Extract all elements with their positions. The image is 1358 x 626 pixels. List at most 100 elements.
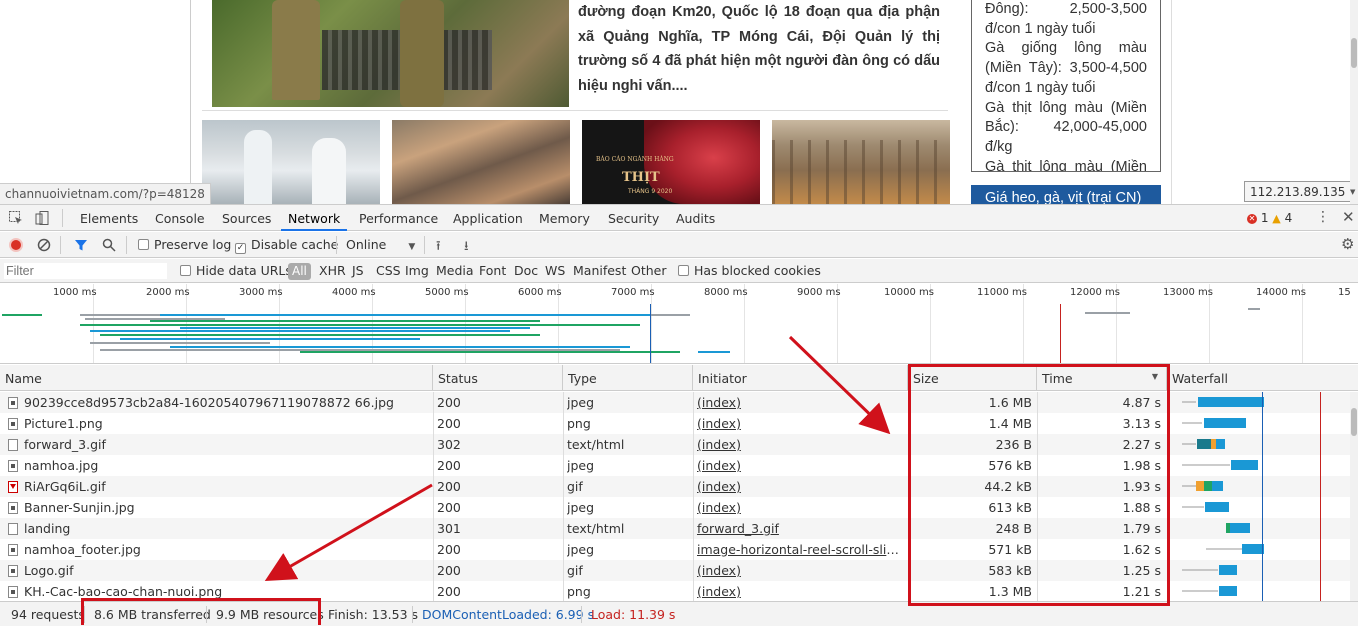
record-icon[interactable] [9,238,23,252]
filter-input[interactable] [4,263,167,279]
waterfall-dcl-line [1262,392,1263,601]
waterfall-bar [1212,481,1223,491]
filter-icon[interactable] [74,238,88,252]
tab-sources[interactable]: Sources [222,205,271,231]
request-initiator[interactable]: (index) [697,500,902,515]
filter-other[interactable]: Other [631,263,667,278]
column-divider [563,392,564,601]
request-name[interactable]: RiArGq6iL.gif [8,479,428,494]
summary-domcontentloaded: DOMContentLoaded: 6.99 s [422,607,595,622]
throttling-select[interactable]: Online ▼ [346,237,415,252]
clear-icon[interactable] [37,238,51,252]
search-icon[interactable] [102,238,116,252]
request-name[interactable]: 90239cce8d9573cb2a84-1602054079671190788… [8,395,428,410]
waterfall-bar [1231,460,1258,470]
waterfall-bar [1182,485,1196,487]
request-name[interactable]: KH.-Cac-bao-cao-chan-nuoi.png [8,584,428,599]
filter-xhr[interactable]: XHR [319,263,346,278]
image-file-icon [8,397,18,409]
request-status: 200 [437,395,461,410]
tab-security[interactable]: Security [608,205,659,231]
tab-console[interactable]: Console [155,205,205,231]
article-hero-image[interactable] [212,0,569,107]
request-name[interactable]: forward_3.gif [8,437,428,452]
inspect-element-icon[interactable] [8,210,24,226]
overview-tick-label: 15 [1338,287,1351,298]
request-initiator[interactable]: image-horizontal-reel-scroll-slideshow..… [697,542,902,557]
hide-data-urls-checkbox[interactable]: Hide data URLs [180,263,292,278]
export-har-icon[interactable]: ⭳ [464,237,469,259]
request-initiator[interactable]: (index) [697,563,902,578]
close-devtools-icon[interactable]: ✕ [1342,208,1355,226]
request-name[interactable]: namhoa_footer.jpg [8,542,428,557]
image-file-icon [8,418,18,430]
table-scrollbar[interactable] [1350,392,1358,601]
request-name[interactable]: Banner-Sunjin.jpg [8,500,428,515]
network-settings-icon[interactable]: ⚙ [1341,235,1354,253]
request-initiator[interactable]: (index) [697,395,902,410]
overview-tick-label: 11000 ms [977,287,1027,298]
request-type: text/html [567,437,625,452]
status-url: channuoivietnam.com/?p=48128 [0,183,211,204]
column-initiator[interactable]: Initiator [693,365,908,391]
filter-ws[interactable]: WS [545,263,565,278]
disable-cache-checkbox[interactable]: ✓ Disable cache [235,237,338,254]
request-name[interactable]: namhoa.jpg [8,458,428,473]
request-name[interactable]: Picture1.png [8,416,428,431]
filter-img[interactable]: Img [405,263,429,278]
request-initiator[interactable]: forward_3.gif [697,521,902,536]
request-type: jpeg [567,458,595,473]
filter-all[interactable]: All [288,263,311,280]
more-options-icon[interactable]: ⋮ [1316,209,1330,225]
waterfall-bar [1216,439,1225,449]
page-scrollbar[interactable]: ▼ [1350,0,1358,204]
request-initiator[interactable]: (index) [697,416,902,431]
column-status[interactable]: Status [433,365,563,391]
request-name-text: Banner-Sunjin.jpg [24,500,135,515]
filter-font[interactable]: Font [479,263,506,278]
device-toolbar-icon[interactable] [34,210,50,226]
dcl-marker [650,304,651,363]
chevron-down-icon: ▼ [408,242,416,252]
import-har-icon[interactable]: ⭱ [436,237,441,259]
overview-tick-label: 1000 ms [53,287,97,298]
tab-elements[interactable]: Elements [80,205,138,231]
price-category-link[interactable]: Giá heo, gà, vịt (trại CN) [971,185,1161,204]
column-name[interactable]: Name [0,365,433,391]
thumbnail-poultry-farm[interactable] [772,120,950,204]
request-name[interactable]: Logo.gif [8,563,428,578]
tab-memory[interactable]: Memory [539,205,590,231]
issue-counter[interactable]: ✕ 1 ▲ 4 [1247,211,1292,225]
request-initiator[interactable]: (index) [697,458,902,473]
thumbnail-market[interactable] [392,120,570,204]
column-waterfall[interactable]: Waterfall [1167,365,1358,391]
thumbnail-meat-report[interactable]: BÁO CÁO NGÀNH HÀNG THỊT THÁNG 9 2020 [582,120,760,204]
waterfall-bar [1196,481,1204,491]
tab-application[interactable]: Application [453,205,523,231]
filter-doc[interactable]: Doc [514,263,538,278]
annotation-box-size-time [908,364,1170,606]
waterfall-bar [1182,422,1202,424]
network-overview[interactable]: 1000 ms 2000 ms 3000 ms 4000 ms 5000 ms … [0,284,1358,364]
article-excerpt[interactable]: đường đoạn Km20, Quốc lộ 18 đoạn qua địa… [578,0,940,98]
blocked-cookies-checkbox[interactable]: Has blocked cookies [678,263,821,278]
overview-tick-label: 12000 ms [1070,287,1120,298]
request-initiator[interactable]: (index) [697,479,902,494]
preserve-log-checkbox[interactable]: Preserve log [138,237,231,252]
filter-css[interactable]: CSS [376,263,401,278]
request-status: 200 [437,584,461,599]
tab-network[interactable]: Network [281,205,348,231]
request-name[interactable]: landing [8,521,428,536]
filter-media[interactable]: Media [436,263,474,278]
request-initiator[interactable]: (index) [697,437,902,452]
filter-js[interactable]: JS [352,263,364,278]
document-file-icon [8,439,18,451]
filter-manifest[interactable]: Manifest [573,263,626,278]
request-initiator[interactable]: (index) [697,584,902,599]
tab-audits[interactable]: Audits [676,205,715,231]
tab-performance[interactable]: Performance [359,205,438,231]
column-type[interactable]: Type [563,365,693,391]
image-file-icon [8,586,18,598]
image-file-icon [8,460,18,472]
thumbnail-factory[interactable] [202,120,380,204]
